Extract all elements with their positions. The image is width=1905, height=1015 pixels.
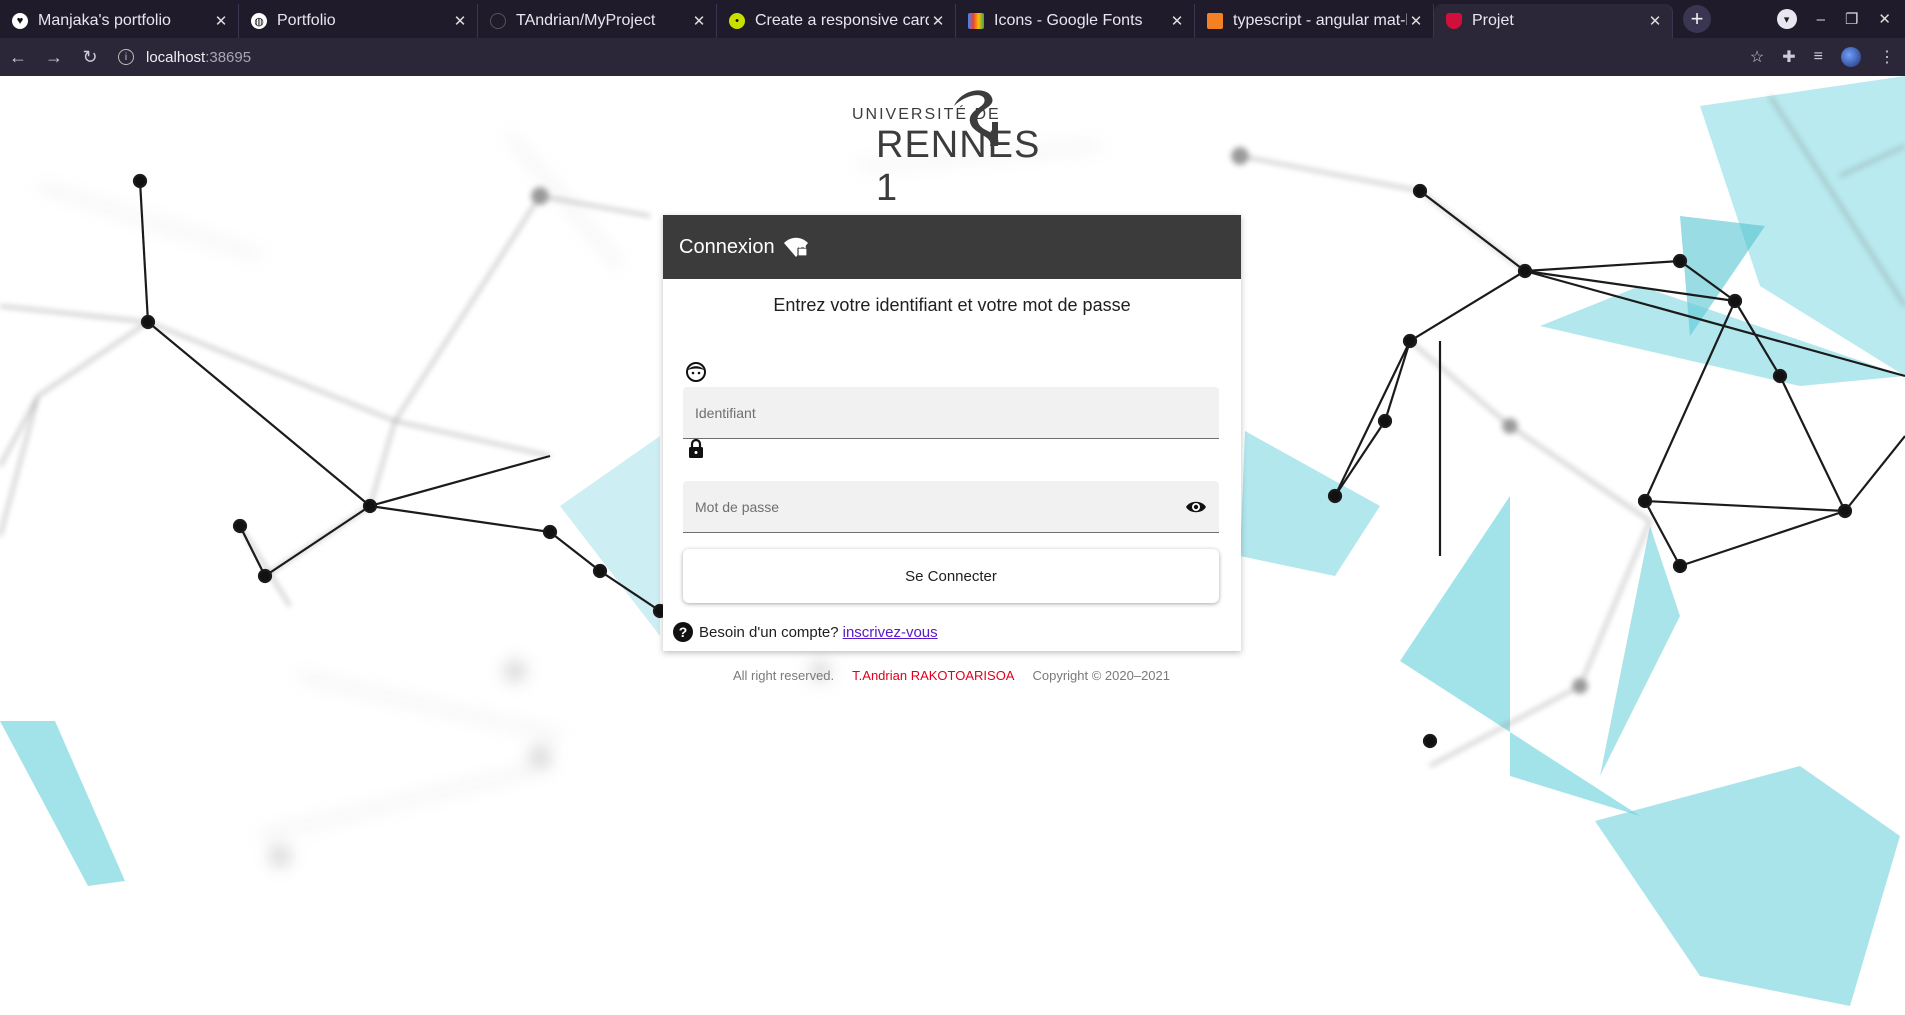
browser-tab-active[interactable]: Projet ✕ [1434,4,1673,38]
url-port: :38695 [205,48,252,66]
signup-prompt: ? Besoin d'un compte? inscrivez-vous [673,622,938,642]
browser-tab[interactable]: ◍ Portfolio ✕ [239,4,478,38]
browser-tab[interactable]: • Create a responsive card g ✕ [717,4,956,38]
minimize-icon[interactable]: – [1817,11,1825,28]
close-icon[interactable]: ✕ [1646,12,1664,30]
username-field[interactable] [683,387,1219,439]
reload-icon[interactable]: ↻ [72,47,108,68]
browser-tab[interactable]: Icons - Google Fonts ✕ [956,4,1195,38]
heart-icon: ♥ [12,13,28,29]
login-card: Connexion Entrez votre identifiant et vo… [663,215,1241,651]
browser-tab-strip: ♥ Manjaka's portfolio ✕ ◍ Portfolio ✕ TA… [0,0,1905,38]
login-button[interactable]: Se Connecter [683,549,1219,603]
profile-avatar[interactable] [1841,47,1861,67]
tab-title: typescript - angular mat-b [1233,12,1407,29]
password-input[interactable] [683,481,1219,532]
browser-tab[interactable]: ♥ Manjaka's portfolio ✕ [0,4,239,38]
globe-icon: ◍ [251,13,267,29]
close-icon[interactable]: ✕ [212,12,230,30]
logo-line-1: UNIVERSITÉ DE [852,106,1001,123]
close-icon[interactable]: ✕ [1168,12,1186,30]
browser-tab[interactable]: TAndrian/MyProject ✕ [478,4,717,38]
card-header: Connexion [663,215,1241,279]
help-icon: ? [673,622,693,642]
new-tab-button[interactable]: + [1683,5,1711,33]
bookmark-star-icon[interactable]: ☆ [1750,47,1764,67]
forward-icon[interactable]: → [36,47,72,68]
close-icon[interactable]: ✕ [1407,12,1425,30]
close-icon[interactable]: ✕ [690,12,708,30]
google-fonts-icon [968,13,984,29]
wifi-lock-icon [783,236,809,258]
signup-link[interactable]: inscrivez-vous [843,624,938,641]
browser-tab[interactable]: typescript - angular mat-b ✕ [1195,4,1434,38]
site-info-icon[interactable]: i [118,49,134,65]
password-field[interactable] [683,481,1219,533]
extensions-icon[interactable]: ✚ [1782,47,1795,67]
tab-title: Icons - Google Fonts [994,12,1143,29]
back-icon[interactable]: ← [0,47,36,68]
tab-title: Projet [1472,12,1514,29]
url-field[interactable]: i localhost :38695 [118,49,251,66]
menu-icon[interactable]: ⋮ [1879,47,1895,67]
close-icon[interactable]: ✕ [451,12,469,30]
reading-list-icon[interactable]: ≡ [1814,48,1823,66]
url-host: localhost [146,48,206,66]
signup-question: Besoin d'un compte? [699,623,839,641]
restore-icon[interactable]: ❐ [1845,10,1858,28]
stackoverflow-icon [1207,13,1223,29]
window-controls: ▾ – ❐ ✕ [1776,0,1905,38]
university-logo: UNIVERSITÉ DE RENNES 1 [852,84,1052,209]
bulb-icon: • [729,13,745,29]
close-window-icon[interactable]: ✕ [1878,10,1891,28]
github-icon [490,13,506,29]
footer-rights: All right reserved. [733,668,835,683]
page-viewport: UNIVERSITÉ DE RENNES 1 Connexion Entrez … [0,76,1905,1015]
lock-icon [685,437,707,459]
eye-icon[interactable] [1185,497,1207,517]
address-bar-row: ← → ↻ i localhost :38695 ☆ ✚ ≡ ⋮ [0,38,1905,76]
tab-title: Portfolio [277,12,336,29]
tab-title: TAndrian/MyProject [516,12,656,29]
login-instruction: Entrez votre identifiant et votre mot de… [773,295,1131,315]
shield-icon [1446,13,1462,29]
tab-title: Create a responsive card g [755,12,929,29]
username-input[interactable] [683,387,1219,438]
close-icon[interactable]: ✕ [929,12,947,30]
footer-author: T.Andrian RAKOTOARISOA [852,668,1015,683]
toolbar-actions: ☆ ✚ ≡ ⋮ [1750,47,1895,67]
face-icon [685,361,707,383]
card-title: Connexion [679,235,775,258]
logo-line-2: RENNES 1 [876,124,1041,209]
page-footer: All right reserved. T.Andrian RAKOTOARIS… [733,668,1170,683]
tab-search-icon[interactable]: ▾ [1776,9,1797,29]
tab-title: Manjaka's portfolio [38,12,171,29]
footer-copyright: Copyright © 2020–2021 [1032,668,1170,683]
